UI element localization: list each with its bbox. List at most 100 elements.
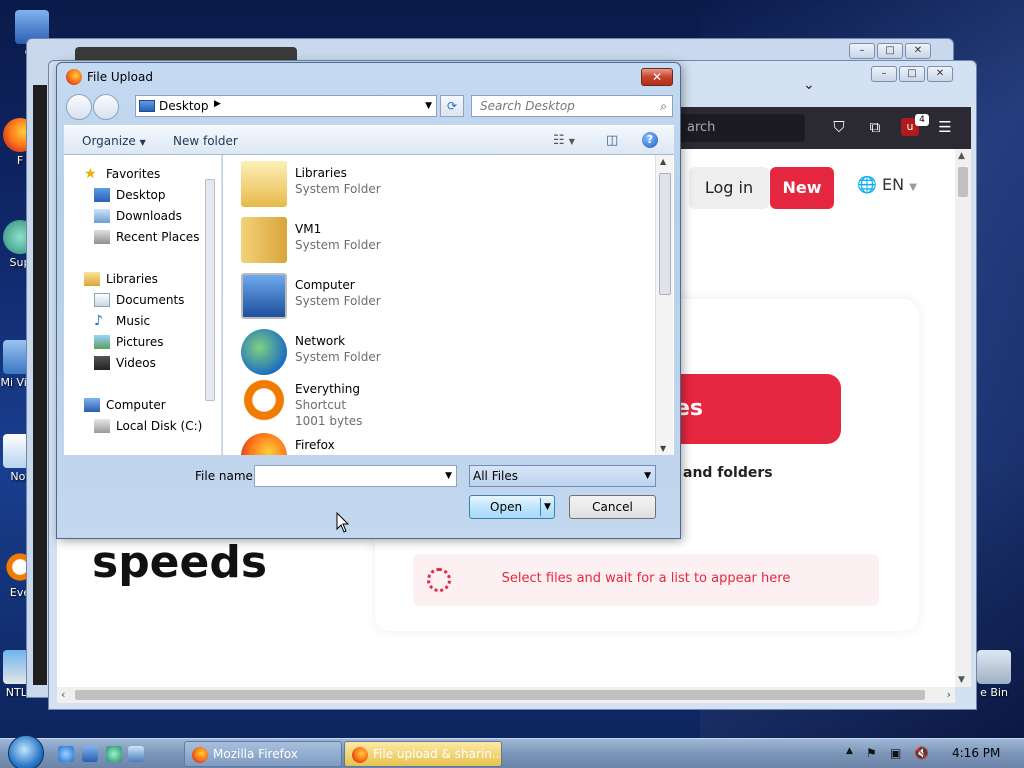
scroll-left-icon[interactable]: ‹: [61, 688, 65, 701]
nav-desktop[interactable]: Desktop: [94, 188, 166, 202]
taskbar-button-label: Mozilla Firefox: [213, 747, 298, 761]
new-button[interactable]: New: [770, 167, 834, 209]
command-bar: Organize ▼ New folder ☷ ▼ ◫ ?: [64, 125, 674, 155]
file-upload-dialog: File Upload ✕ Desktop ▶ ▼ ⟳ Search Deskt…: [56, 62, 681, 539]
internet-explorer-icon[interactable]: [58, 746, 74, 762]
network-tray-icon[interactable]: ▣: [890, 746, 901, 760]
dialog-close-button[interactable]: ✕: [641, 68, 673, 86]
close-icon[interactable]: ✕: [927, 66, 953, 82]
scroll-up-icon[interactable]: ▲: [660, 157, 666, 166]
open-button[interactable]: Open ▼: [469, 495, 555, 519]
flag-icon[interactable]: ⚑: [866, 746, 877, 760]
minimize-icon[interactable]: –: [871, 66, 897, 82]
clock[interactable]: 4:16 PM: [952, 746, 1000, 760]
file-item-network[interactable]: Network System Folder: [237, 327, 537, 379]
chevron-down-icon[interactable]: ▼: [544, 496, 551, 518]
pocket-icon[interactable]: ⛉: [829, 117, 849, 137]
address-text: Desktop: [159, 99, 209, 113]
address-bar[interactable]: Desktop ▶ ▼: [135, 95, 437, 117]
globe-icon: 🌐: [857, 175, 877, 194]
music-icon: ♪: [94, 313, 103, 329]
headline-text: speeds: [92, 537, 268, 588]
file-item-libraries[interactable]: Libraries System Folder: [237, 159, 537, 211]
organize-label: Organize: [82, 134, 136, 148]
page-vertical-scrollbar[interactable]: ▲ ▼: [955, 149, 971, 687]
recycle-bin-icon: [977, 650, 1011, 684]
chevron-down-icon[interactable]: ▼: [425, 101, 432, 111]
nav-favorites[interactable]: ★ Favorites: [84, 167, 160, 181]
scroll-down-icon[interactable]: ▼: [660, 444, 666, 453]
back-button[interactable]: [66, 94, 92, 120]
tray-overflow-icon[interactable]: ▲: [846, 746, 853, 756]
nav-local-disk[interactable]: Local Disk (C:): [94, 419, 202, 433]
file-item-firefox[interactable]: Firefox: [237, 431, 537, 455]
file-type: System Folder: [295, 238, 381, 252]
nav-label: Favorites: [106, 167, 161, 181]
nav-videos[interactable]: Videos: [94, 356, 156, 370]
scroll-thumb[interactable]: [205, 179, 215, 401]
history-nav: [66, 94, 119, 120]
file-list-scrollbar[interactable]: ▲ ▼: [655, 155, 673, 455]
taskbar-button-file-upload[interactable]: File upload & sharin...: [344, 741, 502, 767]
file-type: Shortcut: [295, 398, 347, 412]
forward-button[interactable]: [93, 94, 119, 120]
minimize-icon[interactable]: –: [849, 43, 875, 59]
maximize-icon[interactable]: □: [899, 66, 925, 82]
nav-libraries[interactable]: Libraries: [84, 272, 158, 286]
start-button[interactable]: [8, 735, 44, 768]
file-item-everything[interactable]: Everything Shortcut 1001 bytes: [237, 375, 537, 428]
scroll-up-icon[interactable]: ▲: [958, 151, 965, 161]
refresh-button[interactable]: ⟳: [440, 95, 464, 117]
nav-recent-places[interactable]: Recent Places: [94, 230, 199, 244]
extensions-icon[interactable]: ⧉: [865, 117, 885, 137]
close-icon[interactable]: ✕: [905, 43, 931, 59]
nav-pictures[interactable]: Pictures: [94, 335, 164, 349]
show-desktop-icon[interactable]: [82, 746, 98, 762]
taskbar-button-label: File upload & sharin...: [373, 747, 502, 761]
view-options-icon[interactable]: ☷ ▼: [553, 133, 575, 148]
chevron-down-icon[interactable]: ▼: [445, 471, 452, 481]
scroll-thumb[interactable]: [659, 173, 671, 295]
file-item-computer[interactable]: Computer System Folder: [237, 271, 537, 323]
page-horizontal-scrollbar[interactable]: ‹ ›: [57, 687, 955, 703]
nav-label: Local Disk (C:): [116, 419, 203, 433]
scroll-thumb[interactable]: [75, 690, 925, 700]
cancel-button[interactable]: Cancel: [569, 495, 656, 519]
search-input[interactable]: Search Desktop ⌕: [471, 95, 673, 117]
scroll-thumb[interactable]: [958, 167, 968, 197]
scroll-down-icon[interactable]: ▼: [958, 675, 965, 685]
scroll-right-icon[interactable]: ›: [947, 688, 951, 701]
preview-pane-icon[interactable]: ◫: [606, 133, 618, 148]
desktop-icon: [94, 188, 110, 202]
status-text: Select files and wait for a list to appe…: [501, 571, 791, 586]
libraries-icon: [84, 272, 100, 286]
nav-computer[interactable]: Computer: [84, 398, 166, 412]
breadcrumb-arrow-icon[interactable]: ▶: [214, 99, 221, 109]
file-name: Network: [295, 334, 346, 348]
file-name-input[interactable]: ▼: [254, 465, 457, 487]
nav-downloads[interactable]: Downloads: [94, 209, 182, 223]
search-placeholder: Search Desktop: [480, 99, 575, 113]
dialog-title: File Upload: [87, 70, 153, 84]
nav-scrollbar[interactable]: [203, 173, 217, 457]
file-name: Everything: [295, 382, 360, 396]
menu-icon[interactable]: ☰: [935, 117, 955, 137]
new-folder-button[interactable]: New folder: [173, 134, 238, 148]
window-controls: – □ ✕: [871, 66, 953, 82]
help-icon[interactable]: ?: [642, 132, 658, 148]
login-button[interactable]: Log in: [689, 167, 769, 209]
organize-button[interactable]: Organize ▼: [82, 134, 146, 148]
language-selector[interactable]: 🌐 EN ▼: [857, 175, 917, 194]
nav-music[interactable]: ♪ Music: [94, 314, 150, 328]
volume-muted-icon[interactable]: 🔇: [914, 746, 929, 760]
tab-list-chevron-icon[interactable]: ⌄: [803, 77, 815, 93]
taskbar-button-firefox[interactable]: Mozilla Firefox: [184, 741, 342, 767]
media-player-icon[interactable]: [106, 746, 122, 762]
file-type-select[interactable]: All Files ▼: [469, 465, 656, 487]
file-item-vm1[interactable]: VM1 System Folder: [237, 215, 537, 267]
maximize-icon[interactable]: □: [877, 43, 903, 59]
window-sidebar: [33, 85, 47, 685]
switch-windows-icon[interactable]: [128, 746, 144, 762]
search-input[interactable]: arch: [677, 114, 805, 142]
nav-documents[interactable]: Documents: [94, 293, 184, 307]
